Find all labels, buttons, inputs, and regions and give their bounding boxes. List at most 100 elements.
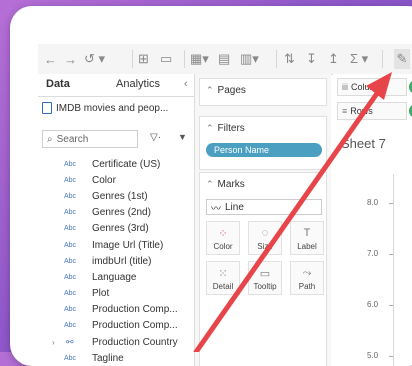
back-icon[interactable]: ← <box>44 49 57 69</box>
marks-tooltip-button[interactable]: ▭ Tooltip <box>248 261 282 295</box>
mark-button-label: Label <box>297 242 317 251</box>
field-item[interactable]: Abc Production Comp... <box>38 302 194 318</box>
mark-button-label: Tooltip <box>253 282 277 291</box>
mark-type-label: Line <box>225 201 244 213</box>
field-name: Production Comp... <box>92 320 178 332</box>
marks-size-button[interactable]: ◌ Size <box>248 221 282 255</box>
tab-analytics[interactable]: Analytics <box>116 78 160 90</box>
field-name: Certificate (US) <box>92 158 161 170</box>
sort-asc-icon[interactable]: ↧ <box>306 49 317 69</box>
mark-button-label: Detail <box>212 282 234 291</box>
highlight-icon[interactable]: ✎ <box>394 49 410 69</box>
forward-icon[interactable]: → <box>64 49 77 69</box>
field-item[interactable]: Abc Language <box>38 269 194 285</box>
mark-type-dropdown[interactable]: 〰 Line <box>206 199 322 215</box>
y-tick-mark <box>389 356 393 357</box>
duplicate-icon[interactable]: ▤ <box>218 49 230 69</box>
collapse-card-icon[interactable]: ⌃ <box>206 179 214 189</box>
clear-icon[interactable]: ▥▾ <box>240 49 259 69</box>
save-icon[interactable]: ▭ <box>160 49 172 69</box>
pages-title: Pages <box>217 85 246 96</box>
tab-data[interactable]: Data <box>46 78 70 90</box>
field-name: Genres (1st) <box>92 190 148 202</box>
collapse-card-icon[interactable]: ⌃ <box>206 85 214 95</box>
separator <box>276 50 277 68</box>
y-tick-label: 5.0 <box>367 351 379 360</box>
y-tick-mark <box>389 254 393 255</box>
sort-fields-icon[interactable]: ▼ <box>178 132 187 142</box>
field-item[interactable]: Abc Certificate (US) <box>38 156 194 172</box>
search-input[interactable]: ⌕ Search <box>42 130 138 148</box>
field-item[interactable]: Abc Genres (1st) <box>38 188 194 204</box>
collapse-icon[interactable]: ‹ <box>184 78 188 90</box>
field-item[interactable]: › ⚯ Production Country <box>38 334 194 350</box>
marks-detail-button[interactable]: ⁙ Detail <box>206 261 240 295</box>
search-placeholder: Search <box>56 133 89 145</box>
label-icon: T <box>303 227 311 239</box>
mark-button-label: Color <box>213 242 233 251</box>
datasource-item[interactable]: IMDB movies and peop... <box>42 102 168 114</box>
field-name: Language <box>92 271 137 283</box>
field-item[interactable]: Abc Production Comp... <box>38 318 194 334</box>
field-list: Abc Certificate (US) Abc Color Abc Genres (… <box>38 156 194 366</box>
undo-icon[interactable]: ↺ ▾ <box>84 49 105 69</box>
rows-label: Rows <box>350 106 373 116</box>
y-tick-mark <box>389 305 393 306</box>
columns-shelf[interactable]: iii Columns <box>337 78 407 96</box>
marks-path-button[interactable]: ⤳ Path <box>290 261 324 295</box>
swap-icon[interactable]: ⇅ <box>284 49 295 69</box>
string-type-icon: Abc <box>64 354 77 362</box>
cards-column: ⌃ Pages ⌃ Filters Person Name ⌃ Marks 〰 Lin… <box>195 74 331 366</box>
hierarchy-icon: ⚯ <box>66 336 74 347</box>
field-item[interactable]: Abc Tagline <box>38 350 194 366</box>
filters-title: Filters <box>217 123 245 134</box>
data-pane: Data Analytics ‹ IMDB movies and peop...… <box>38 74 195 366</box>
chart-icon[interactable]: ▦▾ <box>190 49 209 69</box>
field-item[interactable]: Abc Image Url (Title) <box>38 237 194 253</box>
expand-icon[interactable]: › <box>52 338 55 347</box>
mark-button-label: Size <box>257 242 273 251</box>
field-item[interactable]: Abc Plot <box>38 286 194 302</box>
rows-icon: ≡ <box>342 106 348 116</box>
filters-card: ⌃ Filters Person Name <box>199 116 327 170</box>
marks-color-button[interactable]: ⁘ Color <box>206 221 240 255</box>
rows-shelf[interactable]: ≡ Rows <box>337 102 407 120</box>
detail-icon: ⁙ <box>218 268 228 280</box>
string-type-icon: Abc <box>64 192 77 200</box>
string-type-icon: Abc <box>64 176 77 184</box>
field-name: Production Comp... <box>92 304 178 316</box>
field-name: imdbUrl (title) <box>92 255 152 267</box>
y-axis-line <box>393 174 394 366</box>
sort-desc-icon[interactable]: ↥ <box>328 49 339 69</box>
string-type-icon: Abc <box>64 241 77 249</box>
string-type-icon: Abc <box>64 322 77 330</box>
filter-fields-icon[interactable]: ▽· <box>150 132 161 143</box>
field-name: Plot <box>92 288 110 300</box>
datasource-icon <box>42 102 52 114</box>
field-item[interactable]: Abc imdbUrl (title) <box>38 253 194 269</box>
field-item[interactable]: Abc Genres (3rd) <box>38 221 194 237</box>
field-item[interactable]: Abc Genres (2nd) <box>38 205 194 221</box>
y-tick-label: 7.0 <box>367 249 379 258</box>
sum-icon[interactable]: Σ ▾ <box>350 49 368 69</box>
field-item[interactable]: Abc Color <box>38 172 194 188</box>
columns-icon: iii <box>342 82 348 92</box>
marks-label-button[interactable]: T Label <box>290 221 324 255</box>
mark-button-label: Path <box>298 282 316 291</box>
tooltip-icon: ▭ <box>259 268 271 280</box>
field-name: Image Url (Title) <box>92 239 164 251</box>
size-icon: ◌ <box>261 227 269 239</box>
marks-card: ⌃ Marks 〰 Line ⁘ Color ◌ Size T Label ⁙ Detai… <box>199 172 327 366</box>
app-window: ← → ↺ ▾ ⊞ ▭ ▦▾ ▤ ▥▾ ⇅ ↧ ↥ Σ ▾ ✎ Data Ana… <box>10 6 412 366</box>
view-area: iii Columns Y ≡ Rows A Sheet 7 8.0 7.0 6… <box>333 74 412 366</box>
collapse-card-icon[interactable]: ⌃ <box>206 123 214 133</box>
string-type-icon: Abc <box>64 290 77 298</box>
separator <box>132 50 133 68</box>
search-icon: ⌕ <box>47 133 53 145</box>
string-type-icon: Abc <box>64 209 77 217</box>
sheet-title[interactable]: Sheet 7 <box>341 136 386 151</box>
path-icon: ⤳ <box>302 267 312 279</box>
new-sheet-icon[interactable]: ⊞ <box>138 49 149 69</box>
line-mark-icon: 〰 <box>211 203 221 215</box>
filter-pill-person-name[interactable]: Person Name <box>206 143 322 157</box>
